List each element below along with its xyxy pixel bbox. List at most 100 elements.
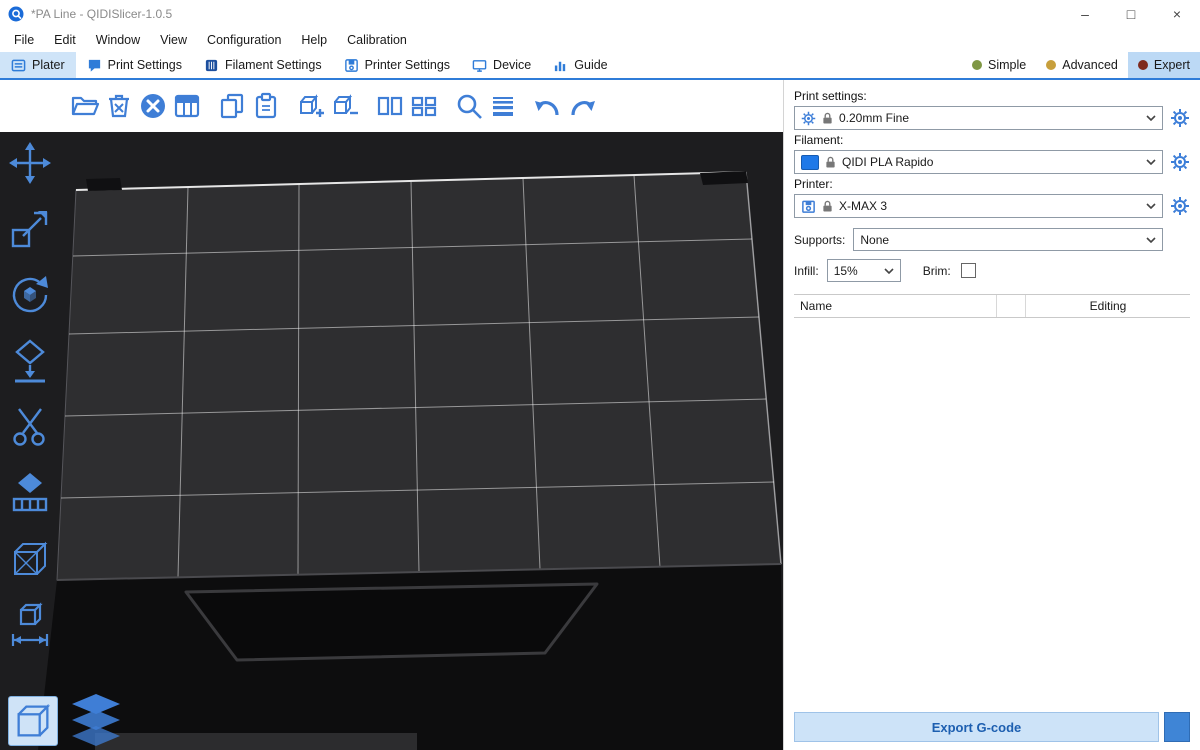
add-instance-button[interactable] [294,87,328,125]
redo-button[interactable] [565,87,599,125]
chevron-down-icon [1146,237,1156,243]
export-options-button[interactable] [1164,712,1190,742]
tab-filament-settings-label: Filament Settings [225,58,322,72]
scene-3d[interactable] [0,132,783,750]
printer-value: X-MAX 3 [839,199,887,213]
window-title: *PA Line - QIDISlicer-1.0.5 [31,7,172,21]
menu-edit[interactable]: Edit [44,33,86,47]
menu-help[interactable]: Help [291,33,337,47]
printer-combo[interactable]: X-MAX 3 [794,194,1163,218]
tab-plater-label: Plater [32,58,65,72]
tab-filament-settings[interactable]: Filament Settings [193,52,333,78]
expert-mode-dot-icon [1138,60,1148,70]
filament-label: Filament: [794,133,1190,147]
filament-settings-icon [204,58,219,73]
preview-layers-view-button[interactable] [68,694,124,746]
filament-value: QIDI PLA Rapido [842,155,933,169]
chevron-down-icon [1146,203,1156,209]
menu-view[interactable]: View [150,33,197,47]
tab-plater[interactable]: Plater [0,52,76,78]
arrange-button[interactable] [170,87,204,125]
settings-sidebar: Print settings: 0.20mm Fine Filament: QI… [783,80,1200,750]
gizmo-toolbar [6,140,54,648]
tabbar: Plater Print Settings Filament Settings … [0,52,1200,80]
printer-label: Printer: [794,177,1190,191]
menu-window[interactable]: Window [86,33,150,47]
mode-simple[interactable]: Simple [962,52,1036,78]
move-tool-button[interactable] [6,140,54,186]
lock-icon [822,200,833,213]
scale-tool-button[interactable] [6,206,54,252]
printer-settings-icon [344,58,359,73]
split-to-parts-button[interactable] [407,87,441,125]
print-settings-value: 0.20mm Fine [839,111,909,125]
undo-button[interactable] [531,87,565,125]
chevron-down-icon [1146,159,1156,165]
supports-value: None [860,233,889,247]
menu-calibration[interactable]: Calibration [337,33,417,47]
remove-instance-button[interactable] [328,87,362,125]
brim-checkbox[interactable] [961,263,976,278]
search-button[interactable] [452,87,486,125]
advanced-mode-dot-icon [1046,60,1056,70]
tab-printer-settings[interactable]: Printer Settings [333,52,461,78]
place-on-face-tool-button[interactable] [6,338,54,384]
view-switch [8,694,124,746]
supports-combo[interactable]: None [853,228,1163,251]
brim-label: Brim: [923,264,951,278]
menu-file[interactable]: File [4,33,44,47]
tab-guide[interactable]: Guide [542,52,618,78]
paste-button[interactable] [249,87,283,125]
mesh-tool-button[interactable] [6,536,54,582]
delete-button[interactable] [102,87,136,125]
printer-gear-button[interactable] [1170,196,1190,216]
column-extruder [997,295,1026,317]
filament-combo[interactable]: QIDI PLA Rapido [794,150,1163,174]
measure-tool-button[interactable] [6,602,54,648]
editor-3d-view-button[interactable] [8,696,58,746]
device-icon [472,58,487,73]
simple-mode-dot-icon [972,60,982,70]
printer-mini-icon [801,199,816,214]
lock-icon [822,112,833,125]
print-settings-gear-button[interactable] [1170,108,1190,128]
split-to-objects-button[interactable] [373,87,407,125]
infill-combo[interactable]: 15% [827,259,901,282]
export-gcode-button[interactable]: Export G-code [794,712,1159,742]
rotate-tool-button[interactable] [6,272,54,318]
object-list-body[interactable] [794,318,1190,708]
copy-button[interactable] [215,87,249,125]
variable-layer-height-button[interactable] [486,87,520,125]
supports-label: Supports: [794,233,845,247]
infill-value: 15% [834,264,858,278]
close-button[interactable]: × [1154,0,1200,28]
mode-advanced[interactable]: Advanced [1036,52,1128,78]
print-settings-combo[interactable]: 0.20mm Fine [794,106,1163,130]
open-folder-button[interactable] [68,87,102,125]
menubar: File Edit Window View Configuration Help… [0,28,1200,52]
plater-toolbar [0,80,783,132]
print-bed-3d [0,132,783,750]
tab-printer-settings-label: Printer Settings [365,58,450,72]
titlebar: *PA Line - QIDISlicer-1.0.5 – □ × [0,0,1200,28]
object-list: Name Editing [794,294,1190,318]
mode-expert[interactable]: Expert [1128,52,1200,78]
guide-icon [553,58,568,73]
column-name: Name [794,295,997,317]
infill-label: Infill: [794,264,819,278]
viewport-3d [0,80,783,750]
delete-all-button[interactable] [136,87,170,125]
minimize-button[interactable]: – [1062,0,1108,28]
tab-device[interactable]: Device [461,52,542,78]
mode-expert-label: Expert [1154,58,1190,72]
filament-gear-button[interactable] [1170,152,1190,172]
menu-configuration[interactable]: Configuration [197,33,291,47]
cut-tool-button[interactable] [6,404,54,450]
mode-advanced-label: Advanced [1062,58,1118,72]
maximize-button[interactable]: □ [1108,0,1154,28]
mode-simple-label: Simple [988,58,1026,72]
app-logo-icon [8,6,24,22]
tab-print-settings[interactable]: Print Settings [76,52,193,78]
paint-supports-tool-button[interactable] [6,470,54,516]
object-list-header: Name Editing [794,294,1190,318]
